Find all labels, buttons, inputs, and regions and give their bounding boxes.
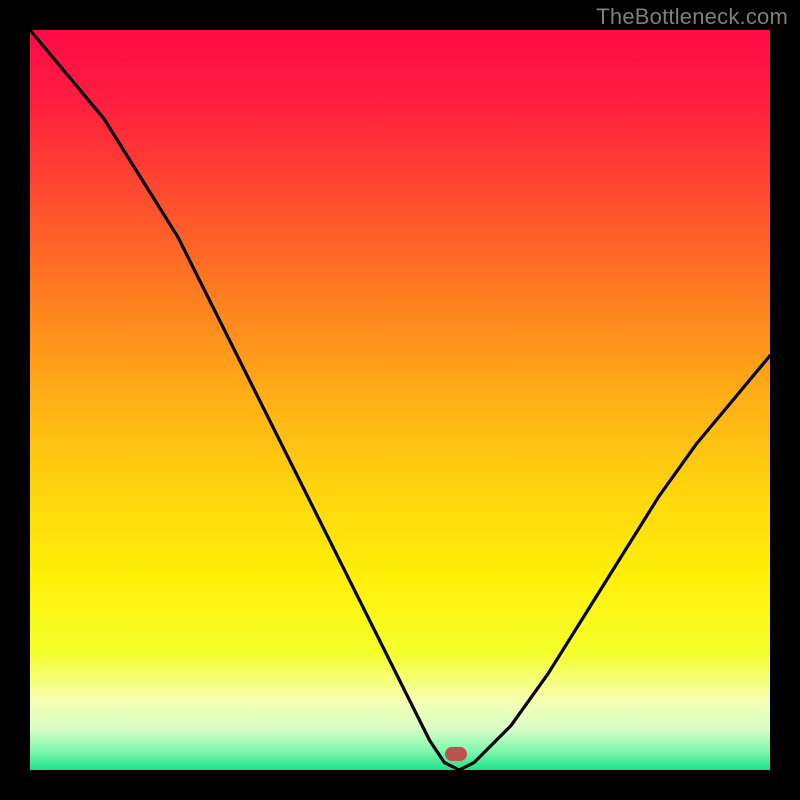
optimal-point-marker (445, 747, 467, 761)
plot-background (30, 30, 770, 770)
chart-canvas (0, 0, 800, 800)
chart-stage: TheBottleneck.com (0, 0, 800, 800)
watermark-text: TheBottleneck.com (596, 4, 788, 30)
